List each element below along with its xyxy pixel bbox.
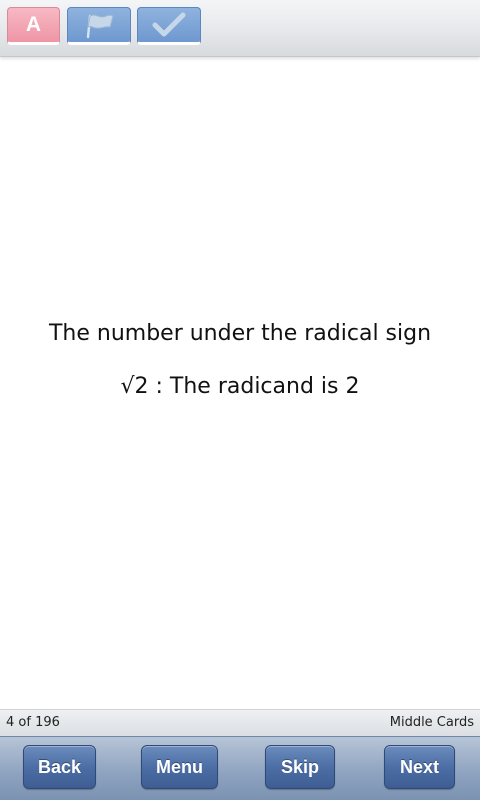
font-size-icon: A [25,13,42,36]
card-position: 4 of 196 [6,715,60,730]
top-toolbar: A [0,0,480,57]
deck-name: Middle Cards [389,715,474,730]
flashcard-screen: A The number under the radical sign √2 :… [0,0,480,800]
menu-button[interactable]: Menu [141,745,218,789]
font-size-button[interactable]: A [7,7,60,45]
flag-icon [86,14,114,39]
status-bar: 4 of 196 Middle Cards [0,709,480,736]
next-button[interactable]: Next [384,745,455,789]
card-example: √2 : The radicand is 2 [120,374,360,399]
flag-button[interactable] [67,7,131,45]
mark-known-button[interactable] [137,7,201,45]
bottom-nav: Back Menu Skip Next [0,736,480,800]
card-definition: The number under the radical sign [48,321,432,346]
skip-button[interactable]: Skip [265,745,335,789]
card-content[interactable]: The number under the radical sign √2 : T… [0,320,480,401]
back-button[interactable]: Back [23,745,96,789]
checkmark-icon [152,12,186,37]
